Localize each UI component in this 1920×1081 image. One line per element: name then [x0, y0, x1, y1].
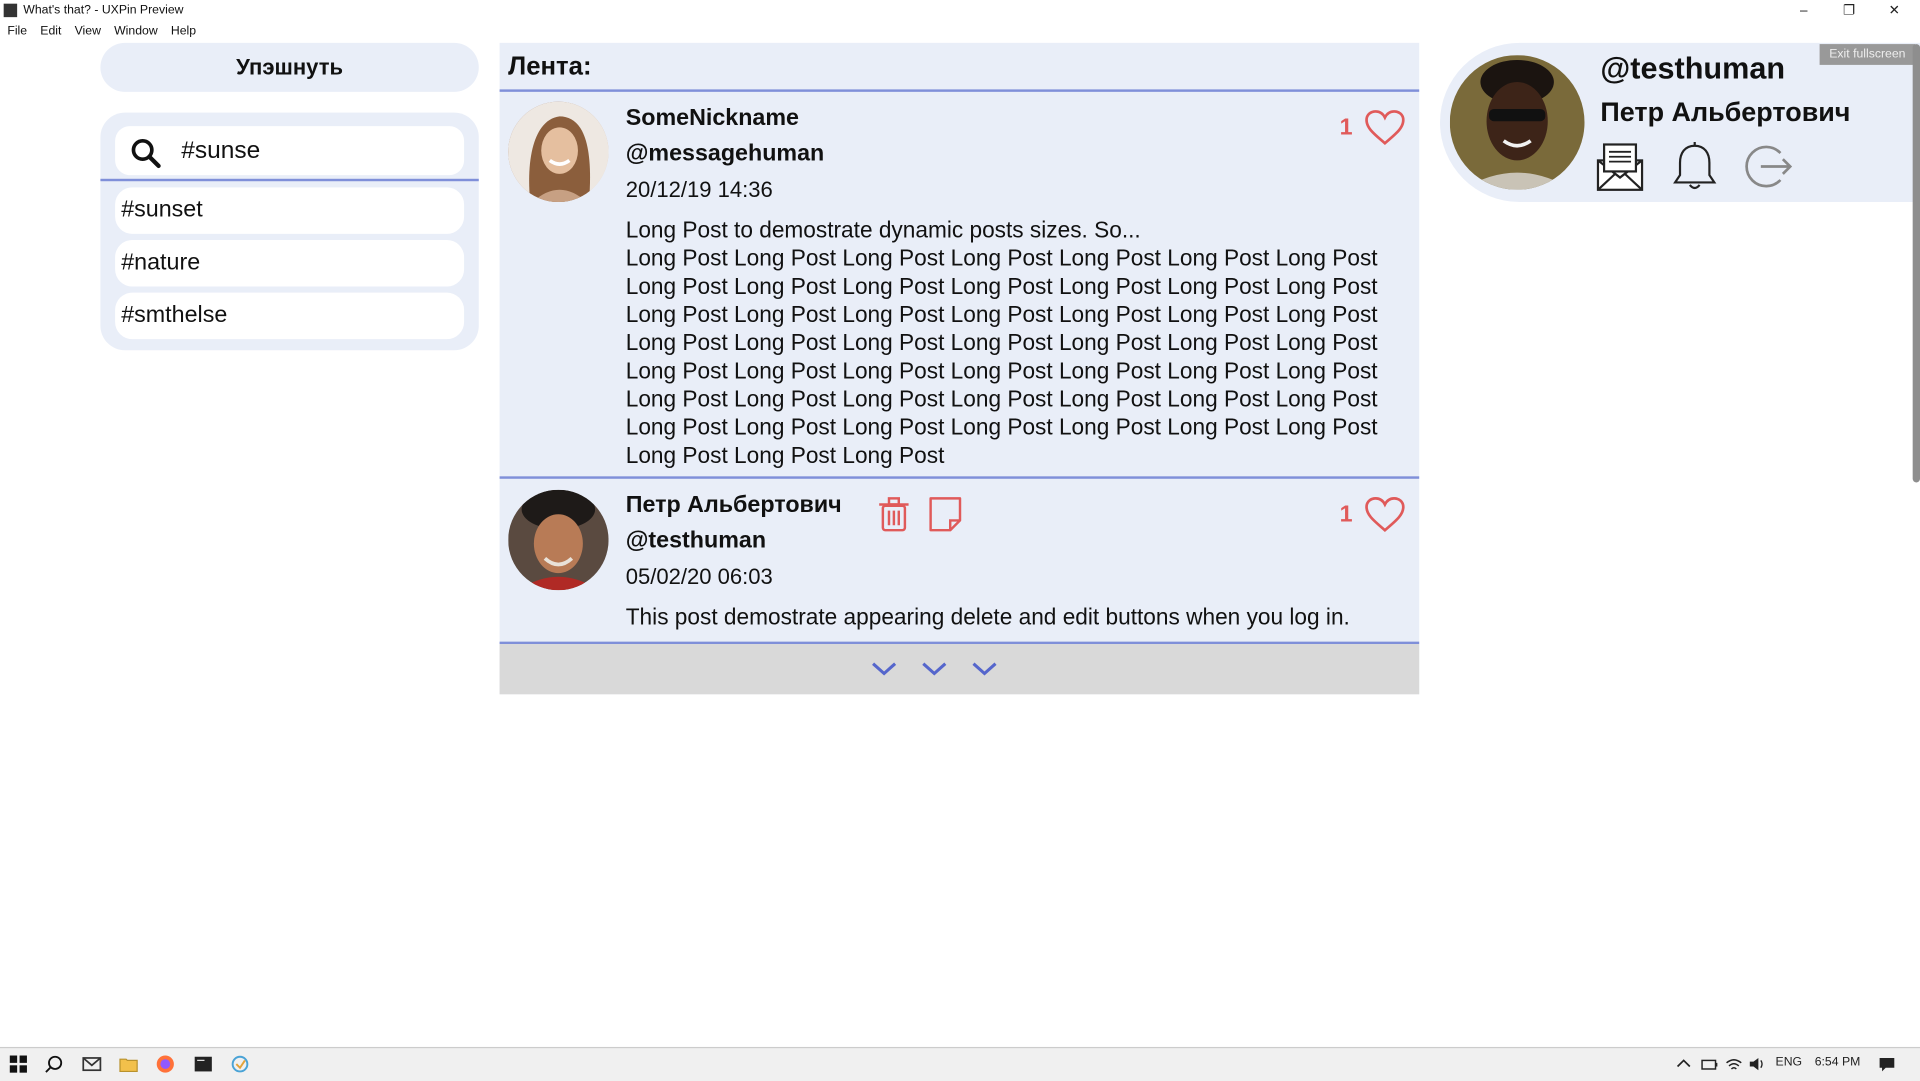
- search-input[interactable]: [181, 135, 451, 166]
- profile-avatar-portrait: [1449, 55, 1585, 190]
- menu-help[interactable]: Help: [171, 22, 196, 42]
- feed-divider: [499, 89, 1420, 92]
- taskbar: ENG 6:54 PM: [0, 1046, 1920, 1081]
- post-author-name[interactable]: Петр Альбертович: [626, 492, 842, 519]
- clock[interactable]: 6:54 PM: [1815, 1056, 1861, 1069]
- edit-note-icon[interactable]: [928, 496, 962, 533]
- post-text: Long Post to demostrate dynamic posts si…: [625, 216, 1378, 468]
- uxpin-app-icon[interactable]: [230, 1054, 250, 1074]
- window-title: What's that? - UXPin Preview: [23, 3, 184, 18]
- profile-card: @testhuman Петр Альбертович: [1440, 42, 1920, 203]
- search-divider: [100, 178, 479, 182]
- close-button[interactable]: ✕: [1876, 1, 1913, 21]
- profile-name: Петр Альбертович: [1600, 96, 1851, 128]
- exit-fullscreen-button[interactable]: Exit fullscreen: [1819, 44, 1916, 65]
- suggestion-sunset[interactable]: #sunset: [115, 187, 465, 234]
- search-box[interactable]: [115, 126, 465, 176]
- chevron-up-icon[interactable]: [1675, 1056, 1692, 1073]
- upshnut-button[interactable]: Упэшнуть: [100, 42, 479, 92]
- like-count: 1: [1339, 502, 1353, 528]
- profile-handle: @testhuman: [1600, 51, 1786, 86]
- terminal-icon[interactable]: [193, 1054, 213, 1074]
- feed-panel: Лента: SomeNickname @messagehuman 20/12/…: [499, 42, 1420, 695]
- avatar[interactable]: [508, 101, 609, 203]
- mail-icon[interactable]: [1594, 141, 1645, 192]
- heart-icon[interactable]: [1364, 496, 1406, 533]
- app-icon: [3, 3, 18, 18]
- file-explorer-icon[interactable]: [119, 1054, 139, 1074]
- search-icon: [131, 138, 161, 169]
- menu-view[interactable]: View: [75, 22, 101, 42]
- scrollbar[interactable]: [1912, 44, 1920, 483]
- post-divider: [499, 476, 1420, 479]
- profile-avatar[interactable]: [1449, 55, 1585, 190]
- restore-button[interactable]: ❐: [1831, 1, 1868, 21]
- trash-icon[interactable]: [878, 496, 910, 533]
- chevron-down-icon: [972, 662, 997, 676]
- windows-start-icon[interactable]: [9, 1054, 29, 1074]
- post-author-name[interactable]: SomeNickname: [626, 105, 799, 132]
- like-count: 1: [1339, 115, 1353, 141]
- bell-icon[interactable]: [1669, 141, 1720, 192]
- menu-file[interactable]: File: [7, 22, 27, 42]
- post-author-handle[interactable]: @testhuman: [626, 528, 766, 555]
- menu-bar: File Edit View Window Help: [0, 22, 199, 42]
- feed-title: Лента:: [508, 52, 592, 81]
- wifi-icon[interactable]: [1725, 1056, 1742, 1073]
- language-indicator[interactable]: ENG: [1776, 1056, 1803, 1069]
- logout-icon[interactable]: [1744, 141, 1795, 192]
- heart-icon[interactable]: [1364, 109, 1406, 146]
- chevron-down-icon: [872, 662, 897, 676]
- search-panel: #sunset #nature #smthelse: [100, 112, 479, 351]
- post-date: 20/12/19 14:36: [625, 177, 773, 203]
- post-author-handle[interactable]: @messagehuman: [626, 141, 825, 168]
- load-more-button[interactable]: [499, 644, 1420, 695]
- mail-app-icon[interactable]: [82, 1054, 102, 1074]
- app-window: What's that? - UXPin Preview – ❐ ✕ File …: [0, 0, 1920, 1081]
- avatar[interactable]: [508, 489, 609, 591]
- menu-window[interactable]: Window: [114, 22, 158, 42]
- avatar-portrait: [508, 489, 609, 591]
- battery-icon[interactable]: [1701, 1056, 1718, 1073]
- notifications-icon[interactable]: [1878, 1056, 1895, 1073]
- chevron-down-icon: [922, 662, 947, 676]
- post-date: 05/02/20 06:03: [625, 564, 773, 589]
- post-text: This post demostrate appearing delete an…: [625, 603, 1350, 630]
- taskbar-search-icon[interactable]: [44, 1054, 64, 1074]
- menu-edit[interactable]: Edit: [40, 22, 61, 42]
- volume-icon[interactable]: [1749, 1056, 1766, 1073]
- avatar-portrait: [508, 101, 609, 203]
- firefox-icon[interactable]: [156, 1054, 176, 1074]
- suggestion-smthelse[interactable]: #smthelse: [115, 292, 465, 340]
- suggestion-nature[interactable]: #nature: [115, 240, 465, 287]
- title-bar: What's that? - UXPin Preview – ❐ ✕: [0, 0, 1920, 23]
- minimize-button[interactable]: –: [1785, 1, 1822, 21]
